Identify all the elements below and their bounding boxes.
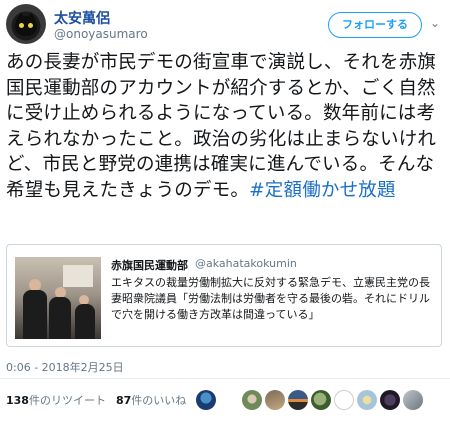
person-figure: [23, 290, 47, 339]
follow-button[interactable]: フォローする: [328, 12, 422, 38]
cat-eye-right: [28, 23, 33, 28]
retweet-count: 138: [6, 394, 29, 407]
sign-board: [63, 265, 93, 287]
tweet-text: あの長妻が市民デモの街宣車で演説し、それを赤旗国民運動部のアカウントが紹介すると…: [6, 50, 442, 203]
divider: [0, 378, 450, 379]
liker-avatar-4[interactable]: [288, 390, 308, 410]
tweet-stats: 138件のリツイート 87件のいいね: [6, 392, 186, 408]
quoted-author-handle[interactable]: @akahatakokumin: [195, 257, 297, 270]
liker-avatar-3[interactable]: [265, 390, 285, 410]
liker-avatar-2[interactable]: [242, 390, 262, 410]
liker-avatar-8[interactable]: [380, 390, 400, 410]
cat-eye-left: [19, 23, 24, 28]
quoted-tweet-photo[interactable]: [15, 257, 101, 339]
liker-avatar-5[interactable]: [311, 390, 331, 410]
like-label: 件のいいね: [131, 394, 187, 407]
retweet-stat[interactable]: 138件のリツイート: [6, 394, 106, 407]
liker-avatar-1[interactable]: [196, 390, 216, 410]
chevron-down-icon[interactable]: ⌄: [430, 16, 440, 30]
liker-avatars: [196, 390, 446, 412]
author-handle[interactable]: @onoyasumaro: [54, 27, 148, 41]
quoted-author-name[interactable]: 赤旗国民運動部: [111, 257, 188, 273]
tweet-body: あの長妻が市民デモの街宣車で演説し、それを赤旗国民運動部のアカウントが紹介すると…: [6, 52, 437, 201]
tweet-header: 太安萬侶 @onoyasumaro フォローする ⌄: [6, 4, 446, 48]
like-count: 87: [115, 394, 132, 407]
retweet-label: 件のリツイート: [28, 394, 106, 407]
author-avatar[interactable]: [6, 4, 46, 44]
quoted-tweet-card[interactable]: 赤旗国民運動部 @akahatakokumin エキタスの裁量労働制拡大に反対す…: [6, 244, 442, 347]
like-stat[interactable]: 87件のいいね: [116, 394, 186, 407]
quoted-tweet-text: エキタスの裁量労働制拡大に反対する緊急デモ、立憲民主党の長妻昭衆院議員「労働法制…: [111, 276, 430, 321]
tweet-timestamp[interactable]: 0:06 - 2018年2月25日: [6, 359, 124, 375]
liker-avatar-6[interactable]: [334, 390, 354, 410]
person-figure: [75, 304, 95, 339]
liker-avatar-9[interactable]: [403, 390, 423, 410]
person-figure: [49, 297, 71, 339]
author-display-name[interactable]: 太安萬侶: [54, 8, 110, 28]
hashtag-link[interactable]: #定額働かせ放題: [249, 180, 396, 201]
liker-avatar-7[interactable]: [357, 390, 377, 410]
